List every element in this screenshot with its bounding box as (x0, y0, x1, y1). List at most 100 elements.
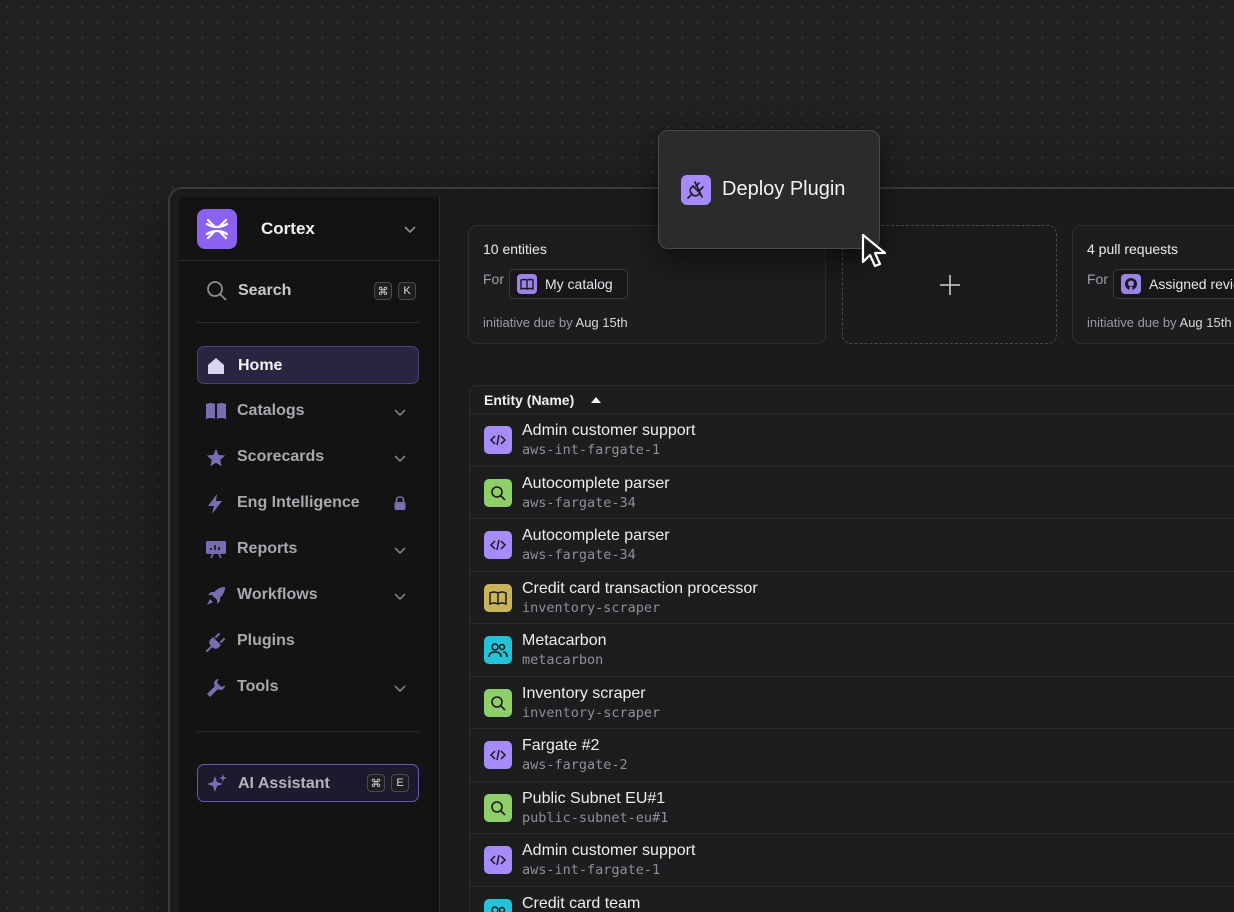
entity-name: Credit card transaction processor (522, 579, 758, 597)
code-icon (484, 426, 512, 454)
sidebar-item-label: Scorecards (237, 448, 325, 465)
entity-name: Admin customer support (522, 842, 696, 859)
main-content: 10 entities For My catalog initiative du… (440, 197, 1234, 912)
book-icon (484, 583, 512, 612)
ai-assistant-label: AI Assistant (238, 775, 330, 792)
shortcut-key-cmd: ⌘ (374, 282, 392, 300)
app-frame: Cortex Search ⌘ K Home Catalogs Scorecar… (178, 197, 1234, 912)
shortcut-key-e: E (391, 774, 409, 792)
presentation-icon (206, 541, 226, 559)
users-icon (484, 636, 512, 664)
card-due: initiative due by Aug 15th (1087, 315, 1232, 330)
catalog-chip[interactable]: My catalog (509, 269, 628, 299)
table-row[interactable]: Admin customer support aws-int-fargate-1 (470, 834, 1234, 887)
column-header-entity-name: Entity (Name) (484, 392, 575, 408)
sidebar-item-catalogs[interactable]: Catalogs (197, 392, 419, 430)
sidebar-item-reports[interactable]: Reports (197, 530, 419, 568)
search-icon (484, 688, 512, 717)
table-row[interactable]: Autocomplete parser aws-fargate-34 (470, 467, 1234, 519)
entity-name: Public Subnet EU#1 (522, 789, 666, 807)
assigned-reviews-chip[interactable]: Assigned reviews (1113, 269, 1234, 299)
sidebar-item-plugins[interactable]: Plugins (197, 622, 419, 660)
entity-name: Credit card team (522, 894, 641, 912)
table-row[interactable]: Fargate #2 aws-fargate-2 (470, 729, 1234, 782)
card-for-label: For (1087, 271, 1108, 287)
search-button[interactable]: Search ⌘ K (205, 279, 416, 303)
entity-name: Fargate #2 (522, 737, 600, 754)
entity-tag: aws-fargate-34 (522, 547, 636, 563)
chevron-down-icon (394, 455, 406, 463)
divider (197, 731, 419, 732)
plug-icon (681, 175, 711, 205)
sidebar-item-workflows[interactable]: Workflows (197, 576, 419, 614)
card-title: 10 entities (483, 241, 547, 257)
entity-table: Entity (Name) Admin customer support aws… (469, 385, 1234, 912)
star-icon (206, 448, 226, 467)
rocket-icon (207, 587, 225, 605)
entity-tag: aws-int-fargate-1 (522, 442, 661, 458)
chevron-down-icon (394, 593, 406, 601)
chevron-down-icon (394, 409, 406, 417)
entity-tag: inventory-scraper (522, 704, 661, 721)
sidebar-item-label: Plugins (237, 632, 295, 649)
sidebar-item-label: Home (238, 357, 283, 374)
table-header[interactable]: Entity (Name) (470, 386, 1234, 414)
sidebar-item-tools[interactable]: Tools (197, 668, 419, 706)
app-window: Cortex Search ⌘ K Home Catalogs Scorecar… (168, 187, 1234, 912)
entity-name: Autocomplete parser (522, 527, 670, 544)
sidebar-item-label: Workflows (237, 586, 318, 603)
table-row[interactable]: Inventory scraper inventory-scraper (470, 677, 1234, 729)
chip-label: Assigned reviews (1149, 276, 1234, 292)
entity-name: Metacarbon (522, 632, 607, 649)
entity-tag: aws-int-fargate-1 (522, 862, 661, 878)
entity-tag: public-subnet-eu#1 (522, 809, 669, 826)
bolt-icon (208, 494, 222, 514)
entity-tag: inventory-scraper (522, 599, 661, 616)
code-icon (484, 741, 512, 769)
search-icon (207, 281, 227, 301)
sort-ascending-icon (591, 397, 601, 403)
sidebar-item-eng-intelligence[interactable]: Eng Intelligence (197, 484, 419, 522)
shortcut-key-k: K (398, 282, 416, 300)
sidebar-item-label: Reports (237, 540, 298, 557)
sidebar-item-label: Tools (237, 678, 279, 695)
deploy-plugin-tooltip[interactable]: Deploy Plugin (658, 130, 880, 249)
table-row[interactable]: Admin customer support aws-int-fargate-1 (470, 414, 1234, 467)
chevron-down-icon (394, 685, 406, 693)
sidebar-item-label: Eng Intelligence (237, 494, 360, 511)
entity-tag: metacarbon (522, 652, 604, 668)
shortcut-key-cmd: ⌘ (367, 774, 385, 792)
card-title: 4 pull requests (1087, 241, 1179, 257)
card-due: initiative due by Aug 15th (483, 315, 628, 330)
table-row[interactable]: Credit card transaction processor invent… (470, 572, 1234, 624)
pull-requests-card[interactable]: 4 pull requests For Assigned reviews ini… (1072, 225, 1234, 344)
sidebar-item-home[interactable]: Home (197, 346, 419, 384)
table-row[interactable]: Public Subnet EU#1 public-subnet-eu#1 (470, 782, 1234, 834)
entity-tag: aws-fargate-2 (522, 757, 628, 773)
table-row[interactable]: Metacarbon metacarbon (470, 624, 1234, 677)
due-prefix: initiative due by (483, 315, 573, 330)
wrench-icon (207, 679, 225, 697)
sidebar-item-label: Catalogs (237, 402, 305, 419)
chevron-down-icon (404, 226, 416, 234)
chevron-down-icon (394, 547, 406, 555)
entity-name: Inventory scraper (522, 684, 646, 702)
ai-assistant-button[interactable]: AI Assistant ⌘ E (197, 764, 419, 802)
workspace-switcher[interactable]: Cortex (178, 197, 439, 261)
entity-tag: aws-fargate-34 (522, 494, 636, 511)
users-icon (484, 898, 512, 912)
due-date: Aug 15th (1179, 315, 1232, 330)
chip-label: My catalog (545, 276, 613, 292)
table-row[interactable]: Credit card team (470, 887, 1234, 912)
sidebar: Cortex Search ⌘ K Home Catalogs Scorecar… (178, 197, 440, 912)
sidebar-item-scorecards[interactable]: Scorecards (197, 438, 419, 476)
sparkles-icon (207, 774, 227, 792)
home-icon (208, 358, 224, 374)
book-icon (206, 403, 226, 419)
divider (197, 322, 419, 323)
github-icon (1121, 274, 1141, 294)
entity-name: Autocomplete parser (522, 474, 670, 492)
code-icon (484, 531, 512, 559)
table-row[interactable]: Autocomplete parser aws-fargate-34 (470, 519, 1234, 572)
code-icon (484, 846, 512, 874)
